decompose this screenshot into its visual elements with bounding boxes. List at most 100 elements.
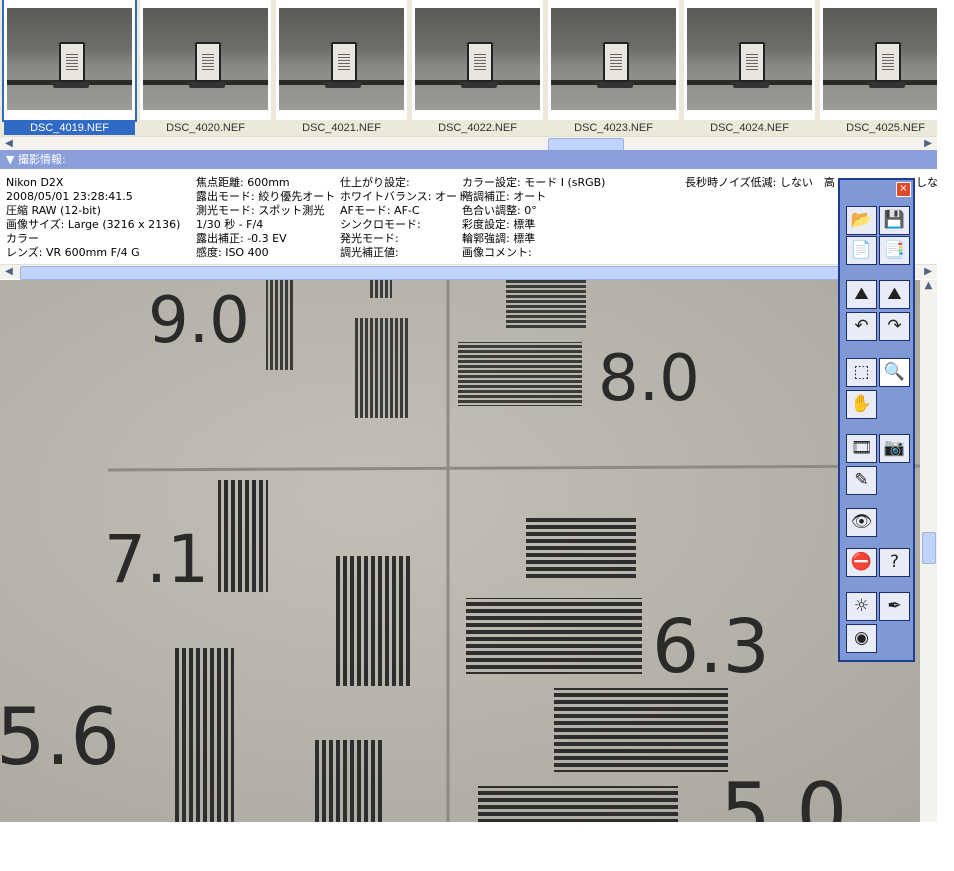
- info-column-exposure: 焦点距離: 600mm 露出モード: 絞り優先オート 測光モード: スポット測光…: [196, 176, 335, 260]
- shooting-info-header[interactable]: ▼ 撮影情報:: [0, 150, 937, 169]
- copy-button[interactable]: 📄: [846, 236, 877, 265]
- thumbnail-image: [143, 8, 268, 110]
- info-line: Nikon D2X: [6, 176, 64, 189]
- flip-vertical-button[interactable]: ⛰: [879, 280, 910, 309]
- info-line: 露出モード: 絞り優先オート: [196, 190, 336, 203]
- scrollbar-thumb[interactable]: [20, 266, 902, 280]
- info-line: 仕上がり設定:: [340, 176, 410, 189]
- rotate-right-button[interactable]: ↷: [879, 312, 910, 341]
- thumbnail-filename: DSC_4020.NEF: [140, 121, 271, 135]
- info-line: 圧縮 RAW (12-bit): [6, 204, 101, 217]
- paste-button[interactable]: 📑: [879, 236, 910, 265]
- thumbnail-image: [279, 8, 404, 110]
- info-line: 長秒時ノイズ低減: しない 高: [685, 176, 835, 189]
- viewer-vertical-scrollbar[interactable]: ▲: [920, 280, 937, 822]
- chart-label: 7.1: [104, 521, 209, 598]
- rotate-right-icon: ↷: [887, 316, 902, 336]
- eyedropper-icon: ✒: [887, 596, 902, 616]
- flip-horizontal-icon: ⛰: [854, 284, 869, 304]
- scrollbar-thumb[interactable]: [922, 532, 936, 564]
- help-icon: ?: [889, 552, 900, 572]
- close-icon[interactable]: ×: [896, 182, 911, 197]
- thumbnail-image: [415, 8, 540, 110]
- info-scrollbar[interactable]: ◀ ▶: [0, 264, 937, 280]
- info-line: 2008/05/01 23:28:41.5: [6, 190, 133, 203]
- thumbnail-dsc-4022[interactable]: DSC_4022.NEF: [412, 0, 543, 135]
- chart-label: 6.3: [652, 604, 770, 690]
- thumbnail-image: [551, 8, 676, 110]
- thumbnail-dsc-4023[interactable]: DSC_4023.NEF: [548, 0, 679, 135]
- info-line: 1/30 秒 - F/4: [196, 218, 264, 231]
- shooting-info-title: ▼ 撮影情報:: [6, 153, 66, 166]
- slideshow-button[interactable]: 🎞: [846, 434, 877, 463]
- flip-vertical-icon: ⛰: [887, 284, 902, 304]
- scroll-right-icon[interactable]: ▶: [921, 265, 935, 279]
- scroll-up-icon[interactable]: ▲: [920, 280, 937, 294]
- preview-eye-icon: 👁: [850, 512, 873, 532]
- preview-button[interactable]: 👁: [846, 508, 877, 537]
- prohibit-button[interactable]: ⛔: [846, 548, 877, 577]
- eyedropper-button[interactable]: ✒: [879, 592, 910, 621]
- info-column-noise: 長秒時ノイズ低減: しない 高: [685, 176, 835, 190]
- info-column-finish: 仕上がり設定: ホワイトバランス: オート AFモード: AF-C シンクロモー…: [340, 176, 468, 260]
- flip-horizontal-button[interactable]: ⛰: [846, 280, 877, 309]
- info-line: シンクロモード:: [340, 218, 421, 231]
- info-line: 画像サイズ: Large (3216 x 2136): [6, 218, 181, 231]
- thumbnail-dsc-4025[interactable]: DSC_4025.NEF: [820, 0, 937, 135]
- info-line: 色合い調整: 0°: [462, 204, 537, 217]
- info-column-cut: しな: [916, 176, 937, 190]
- thumbnail-dsc-4020[interactable]: DSC_4020.NEF: [140, 0, 271, 135]
- shooting-info-panel: Nikon D2X 2008/05/01 23:28:41.5 圧縮 RAW (…: [0, 170, 937, 264]
- info-line: 画像コメント:: [462, 246, 532, 259]
- rotate-left-button[interactable]: ↶: [846, 312, 877, 341]
- resolution-chart-image: 9.0 8.0 7.1 6.3 5.6 5.0: [0, 280, 920, 822]
- info-line: 焦点距離: 600mm: [196, 176, 290, 189]
- select-button[interactable]: ⬚: [846, 358, 877, 387]
- thumbnail-scrollbar[interactable]: ◀ ▶: [0, 136, 937, 152]
- brightness-button[interactable]: ☼: [846, 592, 877, 621]
- thumbnail-dsc-4019[interactable]: DSC_4019.NEF: [2, 0, 137, 135]
- thumbnail-filename: DSC_4022.NEF: [412, 121, 543, 135]
- eye-button[interactable]: ◉: [846, 624, 877, 653]
- thumbnail-filename: DSC_4019.NEF: [4, 121, 135, 135]
- thumbnail-dsc-4021[interactable]: DSC_4021.NEF: [276, 0, 407, 135]
- paste-icon: 📑: [883, 240, 906, 260]
- camera-settings-button[interactable]: 📷: [879, 434, 910, 463]
- chart-label: 8.0: [598, 342, 700, 416]
- image-viewer[interactable]: 9.0 8.0 7.1 6.3 5.6 5.0: [0, 280, 920, 822]
- chart-label: 9.0: [148, 284, 250, 358]
- scroll-left-icon[interactable]: ◀: [2, 265, 16, 279]
- help-button[interactable]: ?: [879, 548, 910, 577]
- thumbnail-image: [823, 8, 937, 110]
- zoom-button[interactable]: 🔍: [879, 358, 910, 387]
- scroll-right-icon[interactable]: ▶: [921, 137, 935, 151]
- thumbnail-filename: DSC_4021.NEF: [276, 121, 407, 135]
- thumbnail-strip: DSC_4019.NEF DSC_4020.NEF DSC_4021.NEF D…: [0, 0, 937, 136]
- tool-palette: × 📂 💾 📄 📑 ⛰ ⛰ ↶ ↷ ⬚ 🔍 ✋ 🎞 📷 ✎ 👁 ⛔ ? ☼ ✒ …: [838, 178, 915, 662]
- prohibit-icon: ⛔: [850, 552, 873, 572]
- info-line: レンズ: VR 600mm F/4 G: [6, 246, 140, 259]
- open-folder-button[interactable]: 📂: [846, 206, 877, 235]
- edit-button[interactable]: ✎: [846, 466, 877, 495]
- info-line: 感度: ISO 400: [196, 246, 269, 259]
- info-line: 発光モード:: [340, 232, 399, 245]
- scroll-left-icon[interactable]: ◀: [2, 137, 16, 151]
- eye-icon: ◉: [854, 628, 869, 648]
- copy-icon: 📄: [850, 240, 873, 260]
- info-line: 輪郭強調: 標準: [462, 232, 536, 245]
- thumbnail-dsc-4024[interactable]: DSC_4024.NEF: [684, 0, 815, 135]
- save-button[interactable]: 💾: [879, 206, 910, 235]
- thumbnail-image: [687, 8, 812, 110]
- chart-label: 5.6: [0, 693, 120, 783]
- camera-settings-icon: 📷: [883, 438, 906, 458]
- info-line: カラー: [6, 232, 39, 245]
- info-line: しな: [916, 176, 937, 189]
- hand-button[interactable]: ✋: [846, 390, 877, 419]
- chart-label: 5.0: [720, 766, 847, 822]
- edit-icon: ✎: [854, 470, 869, 490]
- info-line: 調光補正値:: [340, 246, 399, 259]
- info-line: 彩度設定: 標準: [462, 218, 536, 231]
- nikon-capture-window: DSC_4019.NEF DSC_4020.NEF DSC_4021.NEF D…: [0, 0, 937, 822]
- thumbnail-filename: DSC_4023.NEF: [548, 121, 679, 135]
- slideshow-icon: 🎞: [850, 438, 873, 458]
